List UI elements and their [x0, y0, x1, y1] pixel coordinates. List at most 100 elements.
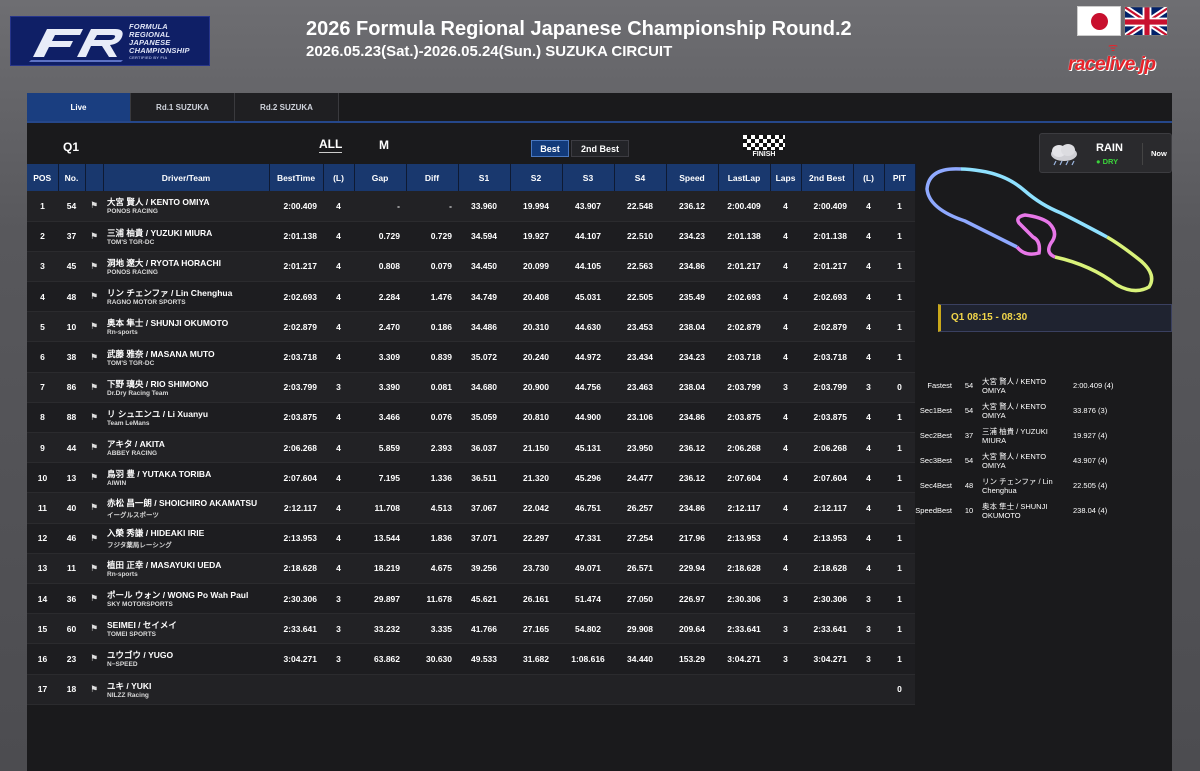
cell-pit: 1	[884, 251, 915, 283]
tab-rd1-suzuka[interactable]: Rd.1 SUZUKA	[131, 93, 235, 121]
cell-s3: 44.105	[562, 251, 614, 283]
tab-rd2-suzuka[interactable]: Rd.2 SUZUKA	[235, 93, 339, 121]
cell-best2	[801, 674, 853, 705]
cell-best2: 2:00.409	[801, 191, 853, 222]
driver-name: ポール ウォン / WONG Po Wah Paul	[107, 590, 249, 601]
cell-s3: 44.900	[562, 402, 614, 434]
table-row[interactable]: 9 44 ⚑ アキタ / AKITA ABBEY RACING 2:06.268 4 5.85…	[27, 432, 915, 464]
cell-last: 3:04.271	[718, 643, 770, 675]
table-row[interactable]: 10 13 ⚑ 鳥羽 豊 / YUTAKA TORIBA AIWIN 2:07.604 4 7…	[27, 462, 915, 494]
cell-laps: 4	[770, 281, 801, 313]
cell-s2: 31.682	[510, 643, 562, 675]
driver-name: 三浦 柚貴 / YUZUKI MIURA	[107, 227, 213, 238]
cell-s2: 20.900	[510, 372, 562, 403]
table-row[interactable]: 15 60 ⚑ SEIMEI / セイメイ TOMEI SPORTS 2:33.641 3 3…	[27, 613, 915, 645]
cell-best: 2:02.879	[269, 311, 323, 343]
table-row[interactable]: 8 88 ⚑ リ シュエンユ / Li Xuanyu Team LeMans 2:03.8…	[27, 402, 915, 434]
tab-underline	[27, 121, 1172, 123]
uk-flag-icon[interactable]	[1124, 6, 1168, 36]
cell-gap: 11.708	[354, 492, 406, 524]
cell-speed: 229.94	[666, 553, 718, 584]
cell-laps: 4	[770, 341, 801, 373]
table-row[interactable]: 5 10 ⚑ 奥本 隼士 / SHUNJI OKUMOTO Rn-sports 2:02.…	[27, 311, 915, 343]
cell-gap: 5.859	[354, 432, 406, 464]
table-row[interactable]: 16 23 ⚑ ユウゴウ / YUGO N−SPEED 3:04.271 3 63.862 30…	[27, 643, 915, 675]
column-header: PIT	[884, 164, 916, 191]
cell-pit: 1	[884, 191, 915, 222]
tab-live[interactable]: Live	[27, 93, 131, 121]
table-row[interactable]: 13 11 ⚑ 植田 正幸 / MASAYUKI UEDA Rn-sports 2:18.…	[27, 553, 915, 584]
racelive-logo[interactable]: ᯤ racelive.jp	[1066, 40, 1168, 75]
cell-best2: 2:01.138	[801, 221, 853, 252]
best-toggle-button[interactable]: Best	[531, 140, 569, 157]
cell-gap: 33.232	[354, 613, 406, 645]
cell-l2: 4	[853, 432, 884, 464]
table-row[interactable]: 11 40 ⚑ 赤松 昌一朗 / SHOICHIRO AKAMATSU イーグルスポーツ…	[27, 492, 915, 524]
driver-team-cell: 洞地 遼大 / RYOTA HORACHI PONOS RACING	[103, 251, 269, 283]
cell-best: 2:02.693	[269, 281, 323, 313]
cell-best: 2:03.875	[269, 402, 323, 434]
cell-pit: 1	[884, 583, 915, 615]
cell-diff: 1.836	[406, 523, 458, 554]
cell-no: 10	[58, 311, 85, 343]
cell-s1: 41.766	[458, 613, 510, 645]
cell-no: 86	[58, 372, 85, 403]
table-row[interactable]: 14 36 ⚑ ポール ウォン / WONG Po Wah Paul SKY MOTOR…	[27, 583, 915, 615]
table-row[interactable]: 7 86 ⚑ 下野 璃央 / RIO SHIMONO Dr.Dry Racing Tea…	[27, 372, 915, 403]
cell-last: 2:30.306	[718, 583, 770, 615]
cell-pos: 16	[27, 643, 58, 675]
all-filter-button[interactable]: ALL	[319, 137, 343, 153]
cell-s2: 19.994	[510, 191, 562, 222]
flag-icon: ⚑	[85, 553, 103, 584]
cell-l: 3	[323, 372, 354, 403]
table-row[interactable]: 6 38 ⚑ 武藤 雅奈 / MASANA MUTO TOM'S TGR-DC 2:03.…	[27, 341, 915, 373]
table-row[interactable]: 1 54 ⚑ 大宮 賢人 / KENTO OMIYA PONOS RACING 2:00.…	[27, 191, 915, 222]
japanese-flag-icon[interactable]	[1077, 6, 1121, 36]
driver-team-cell: リ シュエンユ / Li Xuanyu Team LeMans	[103, 402, 269, 434]
best-value: 22.505 (4)	[1073, 481, 1108, 490]
best-row: Sec4Best 48 リン チェンファ / Lin Chenghua 22.505 …	[907, 477, 1172, 502]
column-header: S2	[510, 164, 563, 191]
cell-l: 4	[323, 432, 354, 464]
second-best-toggle-button[interactable]: 2nd Best	[571, 140, 629, 157]
driver-name: 武藤 雅奈 / MASANA MUTO	[107, 348, 215, 359]
cell-laps: 4	[770, 221, 801, 252]
cell-last: 2:01.217	[718, 251, 770, 283]
cell-s4: 29.908	[614, 613, 666, 645]
driver-name: リン チェンファ / Lin Chenghua	[107, 288, 233, 299]
cell-s1: 34.594	[458, 221, 510, 252]
session-time-bar: Q1 08:15 - 08:30	[938, 304, 1172, 332]
cell-pos: 7	[27, 372, 58, 403]
m-filter-button[interactable]: M	[379, 138, 389, 152]
cell-best2: 3:04.271	[801, 643, 853, 675]
cell-best2: 2:18.628	[801, 553, 853, 584]
table-row[interactable]: 12 46 ⚑ 入榮 秀謙 / HIDEAKI IRIE フジタ薬局レーシング 2:13.…	[27, 523, 915, 554]
table-row[interactable]: 4 48 ⚑ リン チェンファ / Lin Chenghua RAGNO MOTOR S…	[27, 281, 915, 313]
cell-pos: 15	[27, 613, 58, 645]
cell-last: 2:03.875	[718, 402, 770, 434]
cell-s4: 27.254	[614, 523, 666, 554]
table-row[interactable]: 2 37 ⚑ 三浦 柚貴 / YUZUKI MIURA TOM'S TGR-DC 2:01…	[27, 221, 915, 252]
cell-l: 4	[323, 221, 354, 252]
driver-name: 大宮 賢人 / KENTO OMIYA	[107, 197, 210, 208]
driver-team-cell: アキタ / AKITA ABBEY RACING	[103, 432, 269, 464]
cell-pos: 12	[27, 523, 58, 554]
flag-icon: ⚑	[85, 432, 103, 464]
cell-best: 2:13.953	[269, 523, 323, 554]
cell-laps: 4	[770, 462, 801, 494]
table-row[interactable]: 3 45 ⚑ 洞地 遼大 / RYOTA HORACHI PONOS RACING 2:0…	[27, 251, 915, 283]
page-subtitle: 2026.05.23(Sat.)-2026.05.24(Sun.) SUZUKA…	[306, 43, 673, 60]
cell-diff: 0.081	[406, 372, 458, 403]
table-row[interactable]: 17 18 ⚑ ユキ / YUKI NILZZ Racing 0	[27, 674, 915, 705]
cell-l2	[853, 674, 884, 705]
cell-no: 36	[58, 583, 85, 615]
cell-s1: 33.960	[458, 191, 510, 222]
cell-best2: 2:03.718	[801, 341, 853, 373]
cell-best2: 2:13.953	[801, 523, 853, 554]
page-title: 2026 Formula Regional Japanese Champions…	[306, 18, 852, 40]
column-header: Diff	[406, 164, 459, 191]
cell-laps: 4	[770, 191, 801, 222]
cell-speed: 226.97	[666, 583, 718, 615]
flag-icon: ⚑	[85, 341, 103, 373]
cell-l2: 4	[853, 281, 884, 313]
